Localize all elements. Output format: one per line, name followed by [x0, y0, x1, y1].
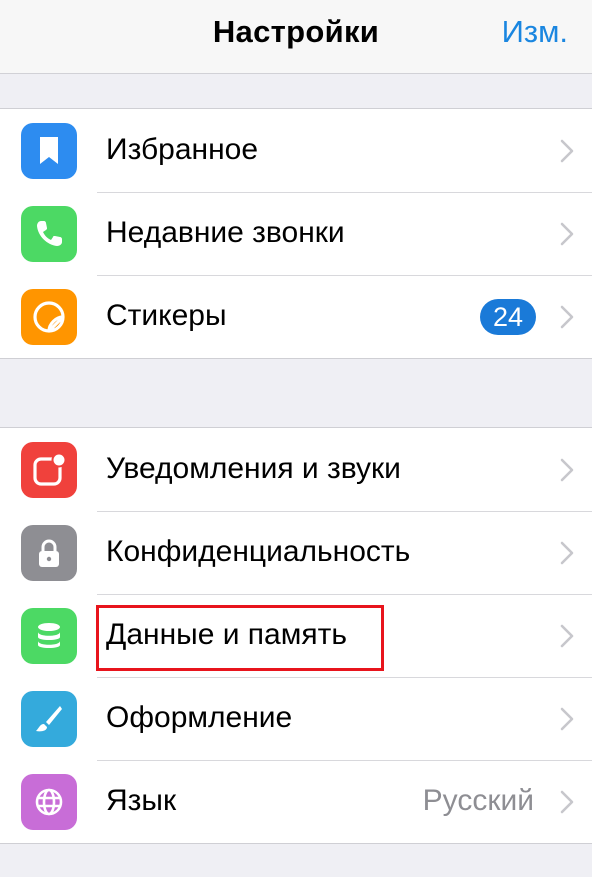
bookmark-icon: [21, 123, 77, 179]
settings-item-label: Уведомления и звуки: [106, 452, 401, 485]
settings-group-general: Избранное Недавние звонки Стикеры 24: [0, 108, 592, 359]
settings-item-label: Конфиденциальность: [106, 535, 411, 568]
chevron-right-icon: [560, 541, 574, 565]
row-divider: [97, 594, 592, 595]
brush-icon: [21, 691, 77, 747]
sticker-icon: [21, 289, 77, 345]
settings-item-recent-calls[interactable]: Недавние звонки: [0, 192, 592, 275]
stickers-count-badge: 24: [480, 299, 536, 335]
row-divider: [97, 275, 592, 276]
edit-button[interactable]: Изм.: [502, 14, 568, 50]
highlight-box: [96, 605, 384, 671]
settings-item-label: Язык: [106, 784, 177, 817]
settings-item-label: Оформление: [106, 701, 293, 734]
language-value: Русский: [422, 784, 534, 817]
notification-icon: [21, 442, 77, 498]
chevron-right-icon: [560, 222, 574, 246]
chevron-right-icon: [560, 707, 574, 731]
settings-item-label: Недавние звонки: [106, 216, 345, 249]
settings-item-label: Избранное: [106, 133, 259, 166]
settings-item-notifications[interactable]: Уведомления и звуки: [0, 428, 592, 511]
row-divider: [97, 677, 592, 678]
chevron-right-icon: [560, 458, 574, 482]
row-divider: [97, 511, 592, 512]
lock-icon: [21, 525, 77, 581]
database-icon: [21, 608, 77, 664]
settings-item-favorites[interactable]: Избранное: [0, 109, 592, 192]
phone-icon: [21, 206, 77, 262]
chevron-right-icon: [560, 139, 574, 163]
globe-icon: [21, 774, 77, 830]
navigation-bar: Настройки Изм.: [0, 0, 592, 74]
settings-item-stickers[interactable]: Стикеры 24: [0, 275, 592, 358]
settings-item-appearance[interactable]: Оформление: [0, 677, 592, 760]
settings-item-language[interactable]: Язык Русский: [0, 760, 592, 843]
chevron-right-icon: [560, 790, 574, 814]
row-divider: [97, 192, 592, 193]
settings-item-privacy[interactable]: Конфиденциальность: [0, 511, 592, 594]
chevron-right-icon: [560, 624, 574, 648]
row-divider: [97, 760, 592, 761]
chevron-right-icon: [560, 305, 574, 329]
settings-item-label: Стикеры: [106, 299, 227, 332]
